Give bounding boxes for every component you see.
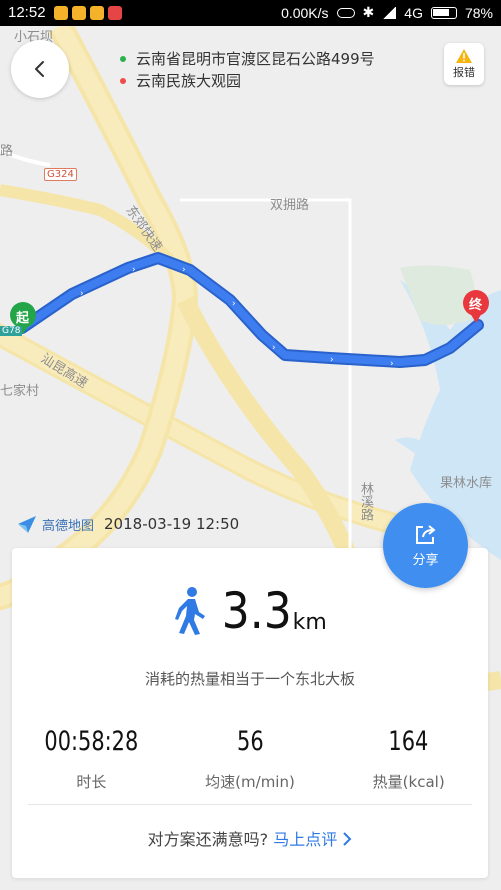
stat-duration: 00:58:28 时长	[12, 726, 171, 792]
map-label: 果林水库	[440, 476, 493, 491]
divider	[28, 804, 472, 805]
stat-calories: 164 热量(kcal)	[329, 726, 488, 792]
chevron-left-icon	[35, 61, 44, 77]
highway-shield: G324	[44, 168, 77, 181]
svg-text:›: ›	[132, 265, 136, 275]
calorie-comparison: 消耗的热量相当于一个东北大板	[144, 670, 355, 688]
svg-text:›: ›	[390, 359, 394, 369]
end-marker-label: 终	[469, 298, 483, 313]
stat-label: 时长	[76, 773, 107, 791]
svg-text:›: ›	[272, 343, 276, 353]
stat-value: 00:58:28	[44, 726, 139, 757]
map-label: 双拥路	[270, 198, 310, 213]
stat-label: 均速(m/min)	[205, 773, 295, 791]
stats-row: 00:58:28 时长 56 均速(m/min) 164 热量(kcal)	[12, 726, 488, 792]
review-link-label: 马上点评	[273, 830, 338, 849]
map-label: 林溪路	[358, 482, 373, 521]
battery-level: 78%	[464, 4, 493, 21]
stat-value: 164	[388, 726, 429, 757]
feedback-question: 对方案还满意吗?	[147, 830, 269, 849]
stat-value: 56	[236, 726, 264, 757]
status-time: 12:52	[8, 4, 46, 21]
bluetooth-icon: ✱	[362, 4, 375, 20]
status-bar: 12:52 0.00K/s ✱ 4G 78%	[0, 0, 501, 26]
brand-stamp: 高德地图 2018-03-19 12:50	[16, 514, 239, 534]
review-link[interactable]: 马上点评	[273, 830, 352, 849]
distance-value: 3.3	[221, 582, 292, 640]
svg-text:›: ›	[232, 299, 236, 309]
notification-app-icon	[54, 6, 68, 20]
share-icon	[415, 525, 436, 544]
notification-icons	[54, 6, 122, 20]
share-label: 分享	[412, 553, 439, 568]
map-label: 七家村	[0, 384, 40, 399]
end-address: 云南民族大观园	[136, 72, 242, 90]
report-error-button[interactable]: 报错	[444, 43, 484, 85]
feedback-row: 对方案还满意吗? 马上点评	[12, 826, 488, 850]
svg-text:›: ›	[330, 355, 334, 365]
notification-app-icon	[108, 6, 122, 20]
distance-unit: km	[292, 609, 327, 635]
start-address: 云南省昆明市官渡区昆石公路499号	[136, 50, 375, 68]
start-dot-icon	[120, 55, 126, 62]
network-speed: 0.00K/s	[281, 4, 329, 21]
notification-app-icon	[72, 6, 86, 20]
trip-summary-card: 3.3 km 消耗的热量相当于一个东北大板 00:58:28 时长 56 均速(…	[12, 548, 488, 878]
stat-speed: 56 均速(m/min)	[171, 726, 330, 792]
start-marker-label: 起	[16, 311, 30, 326]
report-label: 报错	[453, 66, 475, 79]
notification-app-icon	[90, 6, 104, 20]
svg-text:›: ›	[80, 289, 84, 299]
map-label: 路	[0, 144, 14, 159]
signal-icon	[382, 6, 397, 19]
svg-text:›: ›	[182, 265, 186, 275]
network-type: 4G	[404, 4, 423, 21]
back-button[interactable]	[11, 40, 69, 98]
walking-person-icon	[175, 587, 206, 635]
end-address-row: 云南民族大观园	[120, 70, 241, 91]
distance-row: 3.3 km	[12, 586, 488, 636]
stat-label: 热量(kcal)	[372, 773, 445, 791]
amap-logo-icon	[18, 516, 36, 533]
warning-icon	[456, 49, 472, 63]
highway-shield: G78	[0, 326, 23, 336]
chevron-right-icon	[343, 832, 352, 846]
battery-icon	[430, 6, 457, 19]
park-area	[400, 265, 475, 325]
share-button[interactable]: 分享	[383, 503, 468, 588]
trip-datetime: 2018-03-19 12:50	[104, 515, 240, 533]
toggle-icon	[336, 7, 355, 18]
end-dot-icon	[120, 77, 126, 84]
start-address-row: 云南省昆明市官渡区昆石公路499号	[120, 48, 375, 69]
brand-name: 高德地图	[42, 518, 95, 534]
